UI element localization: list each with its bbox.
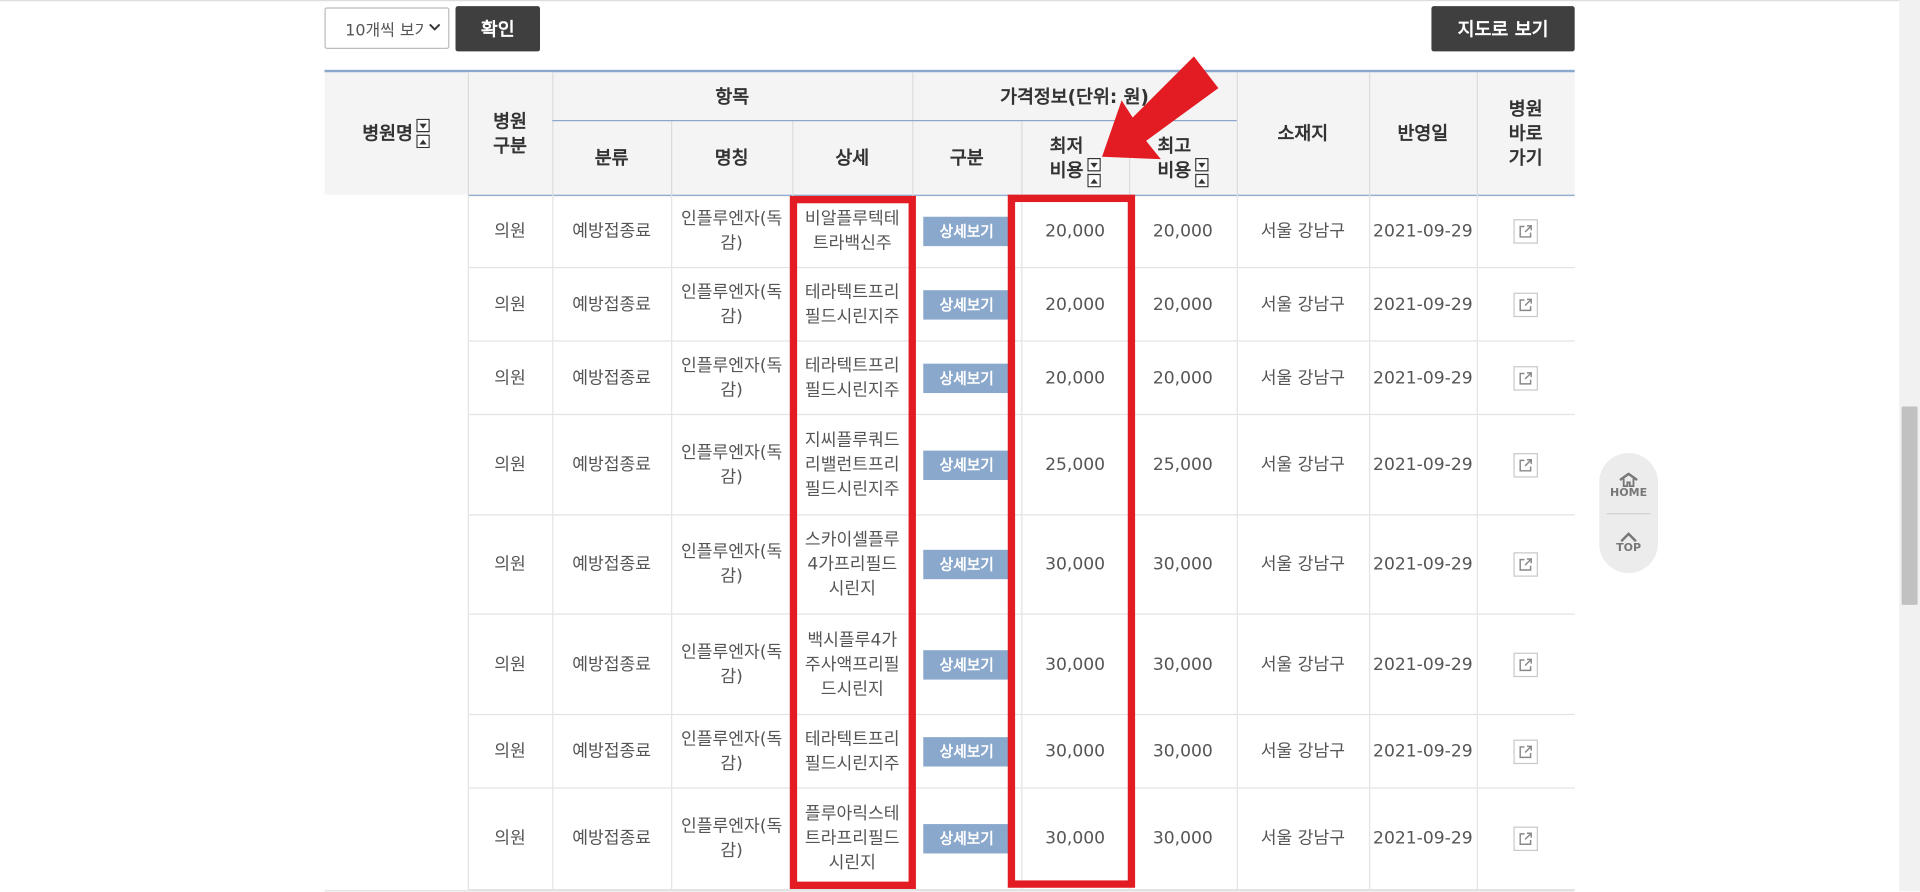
page: 10개씩 보기 확인 지도로 보기 병원명 병원 구분 항목 가격정보(단위: … — [0, 0, 1920, 892]
home-button[interactable]: HOME — [1599, 458, 1658, 514]
top-label: TOP — [1616, 541, 1642, 555]
side-quick-menu: HOME TOP — [1599, 453, 1658, 574]
home-icon — [1619, 472, 1638, 488]
annotation-arrow-icon — [1102, 56, 1219, 160]
top-button[interactable]: TOP — [1599, 514, 1658, 570]
chevron-up-icon — [1620, 531, 1637, 542]
scrollbar-thumb[interactable] — [1901, 406, 1918, 605]
home-label: HOME — [1610, 487, 1648, 500]
